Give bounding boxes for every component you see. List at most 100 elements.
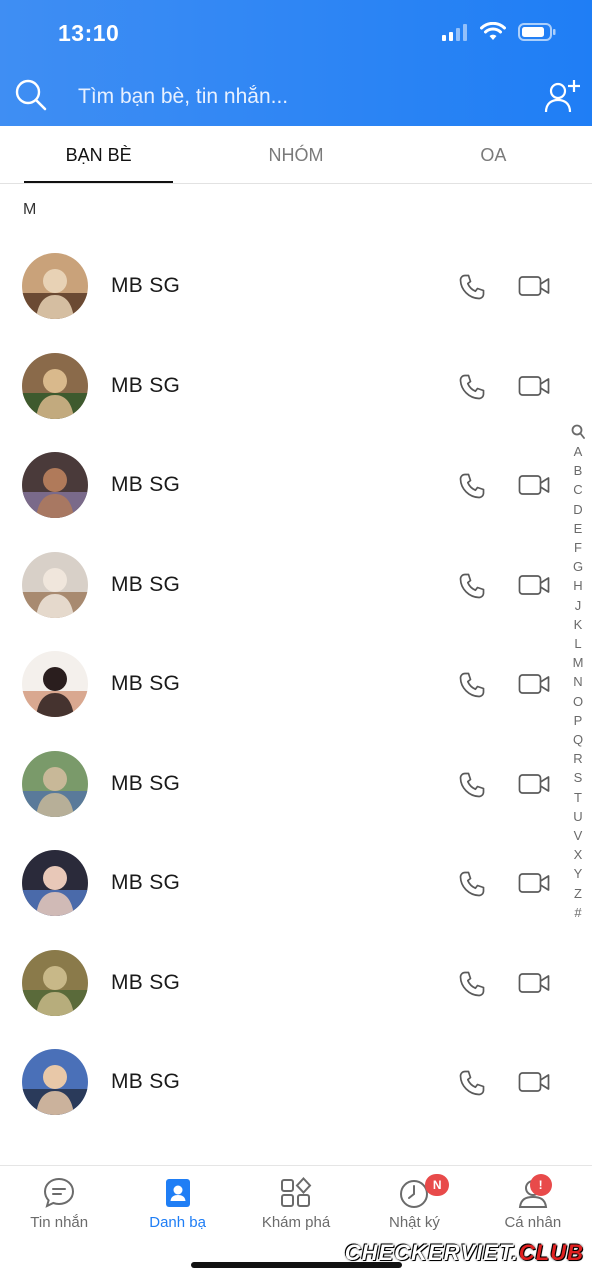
add-friend-icon[interactable] [542,76,582,116]
status-time: 13:10 [58,20,120,46]
index-letter[interactable]: Z [574,884,582,903]
app-header: 13:10 [0,0,592,126]
video-call-icon[interactable] [518,672,550,696]
phone-call-icon[interactable] [458,870,486,898]
contact-row[interactable]: MB SG [0,435,560,535]
phone-call-icon[interactable] [458,273,486,301]
index-letter[interactable]: H [573,576,582,595]
contact-name: MB SG [111,274,181,297]
avatar-photo [22,352,88,419]
wifi-icon [480,22,506,40]
index-letter[interactable]: S [574,768,583,787]
index-letter[interactable]: U [573,807,582,826]
phone-call-icon[interactable] [458,373,486,401]
battery-icon [518,23,556,41]
index-letter[interactable]: N [573,672,582,691]
watermark-accent: CLUB [518,1240,584,1265]
index-letter[interactable]: B [574,461,583,480]
contact-name: MB SG [111,1070,181,1093]
contact-row[interactable]: MB SG [0,833,560,933]
index-letter[interactable]: # [574,903,581,922]
index-letter[interactable]: A [574,442,583,461]
avatar-photo [22,850,88,916]
index-letter[interactable]: R [573,749,582,768]
video-call-icon[interactable] [518,871,550,895]
video-call-icon[interactable] [518,573,550,597]
index-letter[interactable]: V [574,826,583,845]
index-letter[interactable]: O [573,692,583,711]
phone-call-icon[interactable] [458,671,486,699]
nav-label: Khám phá [261,1214,331,1231]
contact-row[interactable]: MB SG [0,535,560,635]
avatar-photo [22,949,88,1016]
index-letter[interactable]: Y [574,864,583,883]
phone-call-icon[interactable] [458,472,486,500]
avatar[interactable] [22,949,88,1016]
avatar[interactable] [22,452,88,518]
avatar-photo [22,253,88,319]
index-letter[interactable]: F [574,538,582,557]
index-search-icon[interactable] [571,424,585,440]
tab-oa[interactable]: OA [395,126,592,183]
contact-row[interactable]: MB SG [0,336,560,436]
avatar[interactable] [22,750,88,817]
avatar[interactable] [22,551,88,618]
avatar[interactable] [22,1049,88,1115]
index-letter[interactable]: G [573,557,583,576]
index-letter[interactable]: Q [573,730,583,749]
index-letter[interactable]: K [574,615,583,634]
index-letter[interactable]: C [573,480,582,499]
watermark-main: CHECKERVIET. [344,1240,519,1265]
index-letter[interactable]: T [574,788,582,807]
contact-row[interactable]: MB SG [0,634,560,734]
tab-friends[interactable]: BẠN BÈ [0,126,197,183]
contact-name: MB SG [111,771,181,795]
video-call-icon[interactable] [518,1070,550,1094]
section-letter: M [23,201,37,218]
video-call-icon[interactable] [518,274,550,298]
video-call-icon[interactable] [518,772,550,796]
avatar[interactable] [22,651,88,717]
search-icon[interactable] [14,78,48,112]
search-input[interactable] [78,82,498,112]
watermark: CHECKERVIET.CLUB [345,1240,584,1266]
index-letter[interactable]: L [574,634,581,653]
phone-call-icon[interactable] [458,572,486,600]
status-bar: 13:10 [0,0,592,66]
avatar[interactable] [22,253,88,319]
index-letter[interactable]: X [574,845,583,864]
alphabet-index[interactable]: A B C D E F G H J K L M N O P Q R S T U V X Y Z # [568,424,588,922]
tab-groups[interactable]: NHÓM [197,126,394,183]
phone-call-icon[interactable] [458,771,486,799]
contact-name: MB SG [111,672,181,695]
avatar-photo [22,1049,88,1115]
nav-label: Nhật ký [388,1214,440,1231]
phone-call-icon[interactable] [458,1069,486,1097]
nav-label: Cá nhân [504,1214,562,1231]
nav-label: Danh bạ [149,1214,206,1231]
status-icons [442,22,556,42]
contacts-icon [165,1179,190,1207]
index-letter[interactable]: D [573,500,582,519]
search-bar [0,72,592,122]
video-call-icon[interactable] [518,374,550,398]
grid-icon [281,1177,312,1207]
contact-row[interactable]: MB SG [0,1032,560,1132]
index-letter[interactable]: M [573,653,584,672]
index-letter[interactable]: J [575,596,582,615]
video-call-icon[interactable] [518,473,550,497]
index-letter[interactable]: E [574,519,583,538]
contact-name: MB SG [111,970,181,994]
contact-row[interactable]: MB SG [0,734,560,834]
contact-row[interactable]: MB SG [0,236,560,336]
alert-badge: ! [529,1174,552,1196]
nav-messages[interactable]: Tin nhắn [0,1166,118,1280]
phone-call-icon[interactable] [458,970,486,998]
video-call-icon[interactable] [518,971,550,995]
contact-name: MB SG [111,871,181,894]
contact-name: MB SG [111,572,181,596]
contact-row[interactable]: MB SG [0,933,560,1033]
index-letter[interactable]: P [574,711,583,730]
avatar[interactable] [22,352,88,419]
avatar[interactable] [22,850,88,916]
